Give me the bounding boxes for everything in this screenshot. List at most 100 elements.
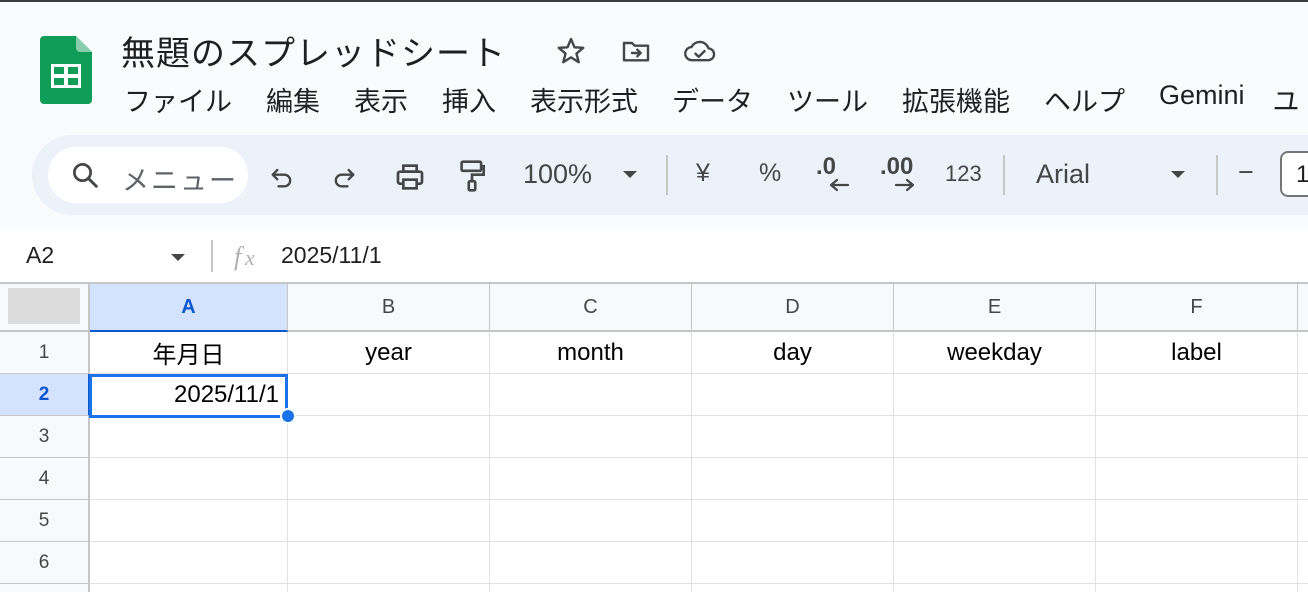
row-header-2[interactable]: 2	[0, 374, 90, 416]
menu-insert[interactable]: 挿入	[442, 80, 496, 120]
cell-b4[interactable]	[288, 458, 490, 500]
cell-d6[interactable]	[692, 542, 894, 584]
print-icon[interactable]	[392, 159, 428, 195]
decrease-font-size-button[interactable]: −	[1238, 157, 1254, 188]
cell-b5[interactable]	[288, 500, 490, 542]
cell-g6[interactable]	[1298, 542, 1308, 584]
menu-gemini[interactable]: Gemini	[1159, 80, 1245, 120]
undo-icon[interactable]	[266, 161, 298, 193]
row-header-4[interactable]: 4	[0, 458, 90, 500]
cell-d7[interactable]	[692, 584, 894, 592]
cell-c5[interactable]	[490, 500, 692, 542]
row-header-1[interactable]: 1	[0, 332, 90, 374]
zoom-dropdown-icon[interactable]	[622, 169, 638, 181]
cell-e3[interactable]	[894, 416, 1096, 458]
cell-a6[interactable]	[90, 542, 288, 584]
menu-tools[interactable]: ツール	[787, 80, 868, 120]
star-icon[interactable]	[554, 34, 588, 68]
cell-b6[interactable]	[288, 542, 490, 584]
cell-f3[interactable]	[1096, 416, 1298, 458]
menu-view[interactable]: 表示	[354, 80, 408, 120]
cell-e2[interactable]	[894, 374, 1096, 416]
cell-a3[interactable]	[90, 416, 288, 458]
row-header-6[interactable]: 6	[0, 542, 90, 584]
column-header-g-partial[interactable]	[1298, 284, 1308, 332]
more-formats-button[interactable]: 123	[945, 161, 982, 187]
spreadsheet-grid: A B C D E F 1 2 3 4 5 6 年月日 year month d…	[0, 284, 1308, 592]
cell-f5[interactable]	[1096, 500, 1298, 542]
cell-b1[interactable]: year	[288, 332, 490, 374]
menu-edit[interactable]: 編集	[266, 80, 320, 120]
cell-e6[interactable]	[894, 542, 1096, 584]
cell-f7[interactable]	[1096, 584, 1298, 592]
cell-e7[interactable]	[894, 584, 1096, 592]
cell-d5[interactable]	[692, 500, 894, 542]
formula-input[interactable]: 2025/11/1	[281, 242, 382, 269]
menu-partial[interactable]: ユ	[1273, 80, 1300, 120]
currency-format-button[interactable]: ¥	[696, 159, 710, 188]
column-header-c[interactable]: C	[490, 284, 692, 332]
percent-format-button[interactable]: %	[759, 159, 781, 188]
column-header-d[interactable]: D	[692, 284, 894, 332]
sheets-logo-icon[interactable]	[40, 36, 92, 104]
cloud-saved-icon[interactable]	[683, 34, 717, 68]
document-title[interactable]: 無題のスプレッドシート	[121, 26, 506, 75]
cell-c2[interactable]	[490, 374, 692, 416]
cell-c3[interactable]	[490, 416, 692, 458]
zoom-select[interactable]: 100%	[523, 159, 592, 190]
formula-bar-divider	[211, 240, 213, 272]
cell-a4[interactable]	[90, 458, 288, 500]
menu-search-input[interactable]: メニュー	[48, 147, 248, 203]
cell-e1[interactable]: weekday	[894, 332, 1096, 374]
row-header-3[interactable]: 3	[0, 416, 90, 458]
cell-e5[interactable]	[894, 500, 1096, 542]
menu-file[interactable]: ファイル	[124, 80, 232, 120]
cell-b3[interactable]	[288, 416, 490, 458]
name-box-dropdown-icon[interactable]	[170, 250, 186, 268]
cell-b2[interactable]	[288, 374, 490, 416]
menu-data[interactable]: データ	[672, 80, 753, 120]
paint-format-icon[interactable]	[456, 157, 488, 195]
move-to-folder-icon[interactable]	[619, 34, 653, 68]
cell-d1[interactable]: day	[692, 332, 894, 374]
row-header-7-partial[interactable]	[0, 584, 90, 592]
cell-f2[interactable]	[1096, 374, 1298, 416]
cell-c7[interactable]	[490, 584, 692, 592]
menu-extensions[interactable]: 拡張機能	[902, 80, 1010, 120]
fill-handle[interactable]	[280, 408, 296, 424]
select-all-corner[interactable]	[0, 284, 90, 332]
menu-format[interactable]: 表示形式	[530, 80, 638, 120]
cell-g2[interactable]	[1298, 374, 1308, 416]
cell-f4[interactable]	[1096, 458, 1298, 500]
cell-e4[interactable]	[894, 458, 1096, 500]
font-size-input[interactable]: 1	[1280, 151, 1308, 197]
cell-c6[interactable]	[490, 542, 692, 584]
column-header-e[interactable]: E	[894, 284, 1096, 332]
increase-decimal-button[interactable]: .00	[878, 153, 922, 197]
cell-g5[interactable]	[1298, 500, 1308, 542]
decrease-decimal-button[interactable]: .0	[814, 153, 854, 197]
cell-f1[interactable]: label	[1096, 332, 1298, 374]
cell-g1[interactable]	[1298, 332, 1308, 374]
redo-icon[interactable]	[328, 161, 360, 193]
cell-g4[interactable]	[1298, 458, 1308, 500]
cell-a7[interactable]	[90, 584, 288, 592]
cell-d3[interactable]	[692, 416, 894, 458]
column-header-a[interactable]: A	[90, 284, 288, 332]
column-header-b[interactable]: B	[288, 284, 490, 332]
cell-c1[interactable]: month	[490, 332, 692, 374]
font-dropdown-icon[interactable]	[1170, 169, 1186, 181]
cell-d4[interactable]	[692, 458, 894, 500]
cell-a1[interactable]: 年月日	[90, 332, 288, 374]
cell-b7[interactable]	[288, 584, 490, 592]
row-header-5[interactable]: 5	[0, 500, 90, 542]
font-select[interactable]: Arial	[1036, 159, 1090, 190]
menu-help[interactable]: ヘルプ	[1044, 80, 1125, 120]
cell-c4[interactable]	[490, 458, 692, 500]
name-box[interactable]: A2	[26, 242, 54, 269]
cell-f6[interactable]	[1096, 542, 1298, 584]
column-header-f[interactable]: F	[1096, 284, 1298, 332]
cell-d2[interactable]	[692, 374, 894, 416]
cell-a5[interactable]	[90, 500, 288, 542]
cell-g3[interactable]	[1298, 416, 1308, 458]
